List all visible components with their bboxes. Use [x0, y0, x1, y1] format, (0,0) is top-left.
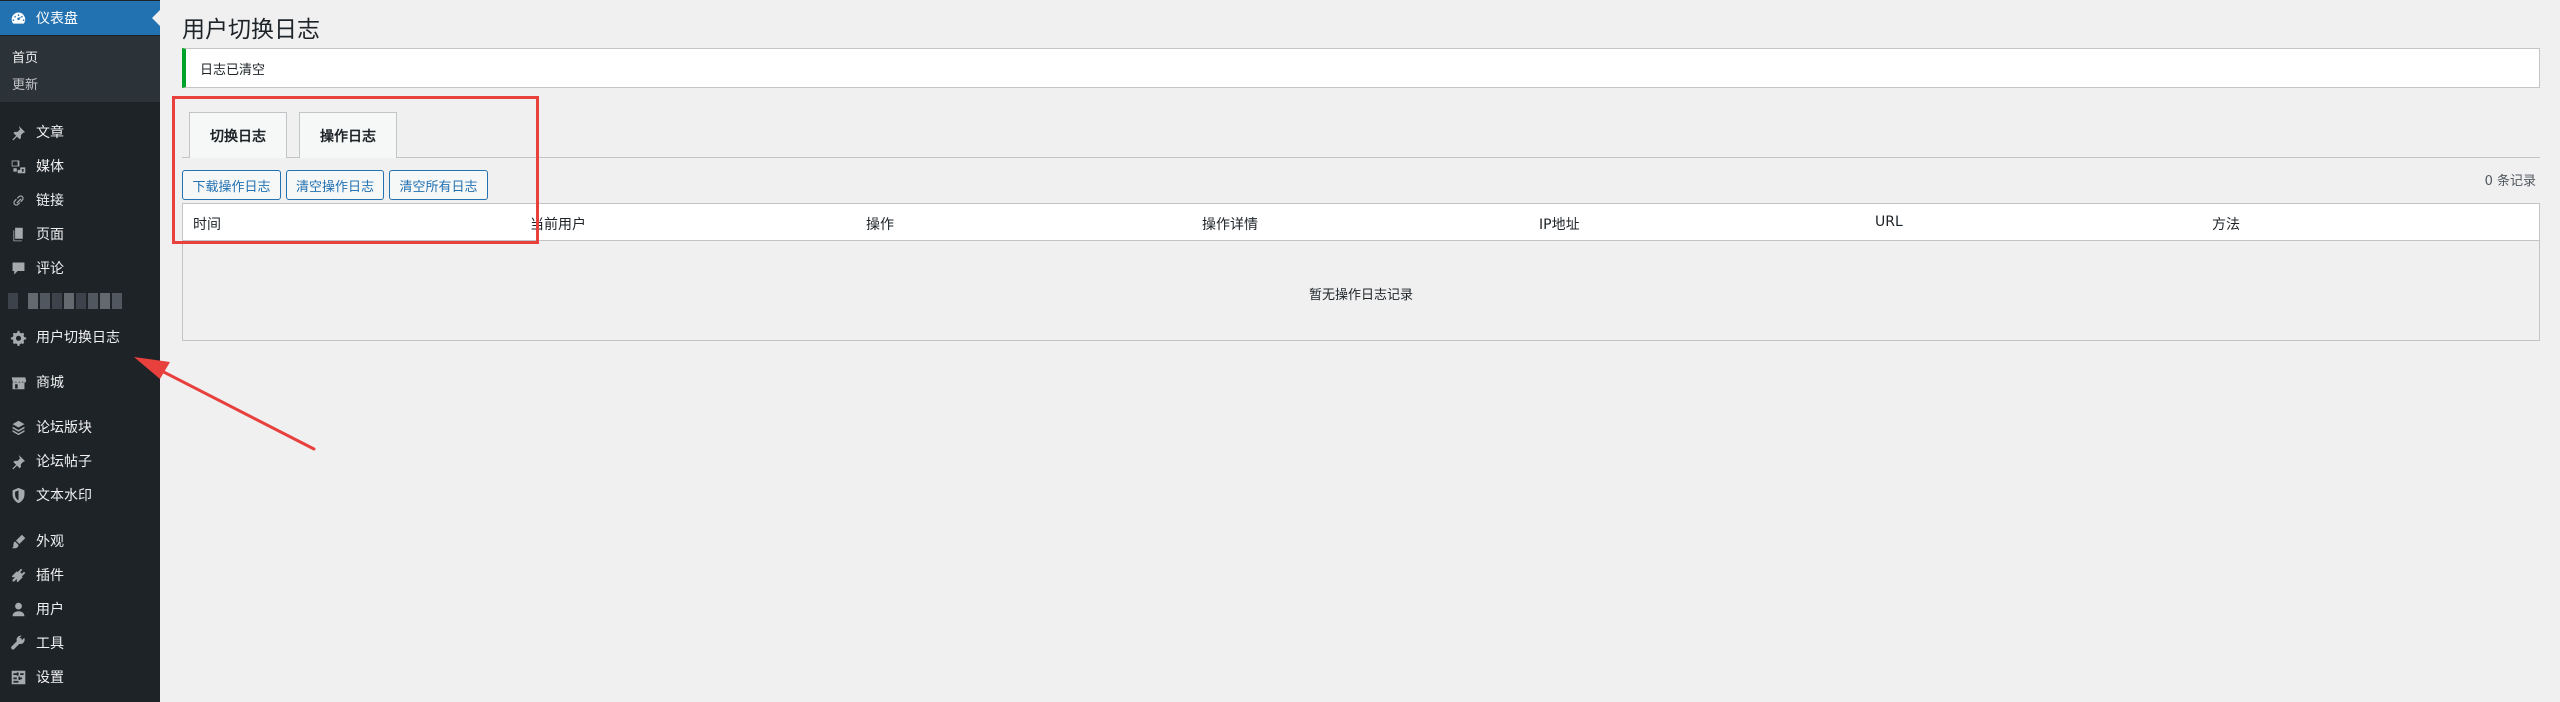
success-notice: 日志已清空: [182, 48, 2540, 88]
menu-pages[interactable]: 页面: [0, 217, 160, 251]
menu-store[interactable]: 商城: [0, 365, 160, 399]
menu-label: 插件: [36, 568, 64, 584]
dashboard-icon: [0, 10, 36, 27]
menu-tools[interactable]: 工具: [0, 626, 160, 660]
menu-label: 论坛帖子: [36, 454, 92, 470]
menu-settings[interactable]: 设置: [0, 660, 160, 694]
link-icon: [0, 192, 36, 209]
menu-label: 用户切换日志: [36, 330, 120, 346]
menu-label: 媒体: [36, 159, 64, 175]
menu-label: 工具: [36, 636, 64, 652]
menu-label: 链接: [36, 193, 64, 209]
submenu-home[interactable]: 首页: [12, 47, 38, 66]
media-icon: [0, 158, 36, 175]
comment-icon: [0, 260, 36, 277]
column-method: 方法: [2212, 217, 2240, 233]
annotation-highlight-box: [172, 96, 539, 244]
menu-label: 论坛版块: [36, 420, 92, 436]
column-action-details: 操作详情: [1202, 217, 1258, 233]
menu-forum-posts[interactable]: 论坛帖子: [0, 444, 160, 478]
menu-label: 文章: [36, 125, 64, 141]
menu-forum-boards[interactable]: 论坛版块: [0, 410, 160, 444]
menu-users[interactable]: 用户: [0, 592, 160, 626]
plugin-icon: [0, 567, 36, 584]
menu-posts[interactable]: 文章: [0, 115, 160, 149]
user-icon: [0, 601, 36, 618]
menu-label: 文本水印: [36, 488, 92, 504]
menu-media[interactable]: 媒体: [0, 149, 160, 183]
forum-icon: [0, 419, 36, 436]
empty-table-message: 暂无操作日志记录: [1308, 288, 1413, 303]
menu-links[interactable]: 链接: [0, 183, 160, 217]
wrench-icon: [0, 635, 36, 652]
current-menu-arrow: [152, 10, 160, 26]
menu-text-watermark[interactable]: 文本水印: [0, 478, 160, 512]
settings-icon: [0, 669, 36, 686]
store-icon: [0, 374, 36, 391]
record-count: 0 条记录: [2484, 174, 2536, 189]
shield-icon: [0, 487, 36, 504]
menu-label: 用户: [36, 602, 64, 618]
menu-label: 评论: [36, 261, 64, 277]
menu-label: 页面: [36, 227, 64, 243]
pin-icon: [0, 124, 36, 141]
page-title: 用户切换日志: [182, 17, 320, 43]
gear-icon: [0, 329, 36, 346]
notice-text: 日志已清空: [200, 62, 266, 78]
menu-label: 仪表盘: [36, 11, 78, 27]
menu-label: 外观: [36, 534, 64, 550]
admin-sidebar: 仪表盘 首页 更新 文章 媒体 链接 页面 评论 用户切换日志 商城 论坛版块: [0, 0, 160, 702]
menu-plugins[interactable]: 插件: [0, 558, 160, 592]
brush-icon: [0, 533, 36, 550]
column-action: 操作: [866, 217, 894, 233]
menu-user-switch-log[interactable]: 用户切换日志: [0, 320, 160, 354]
column-url: URL: [1875, 214, 1903, 230]
menu-dashboard[interactable]: 仪表盘: [0, 1, 160, 35]
column-ip-address: IP地址: [1539, 217, 1580, 233]
menu-comments[interactable]: 评论: [0, 251, 160, 285]
menu-appearance[interactable]: 外观: [0, 524, 160, 558]
page-icon: [0, 226, 36, 243]
blurred-menu-item[interactable]: [8, 293, 122, 309]
submenu-updates[interactable]: 更新: [12, 74, 38, 93]
dashboard-submenu: 首页 更新: [0, 36, 160, 102]
menu-label: 设置: [36, 670, 64, 686]
post-icon: [0, 453, 36, 470]
menu-label: 商城: [36, 375, 64, 391]
